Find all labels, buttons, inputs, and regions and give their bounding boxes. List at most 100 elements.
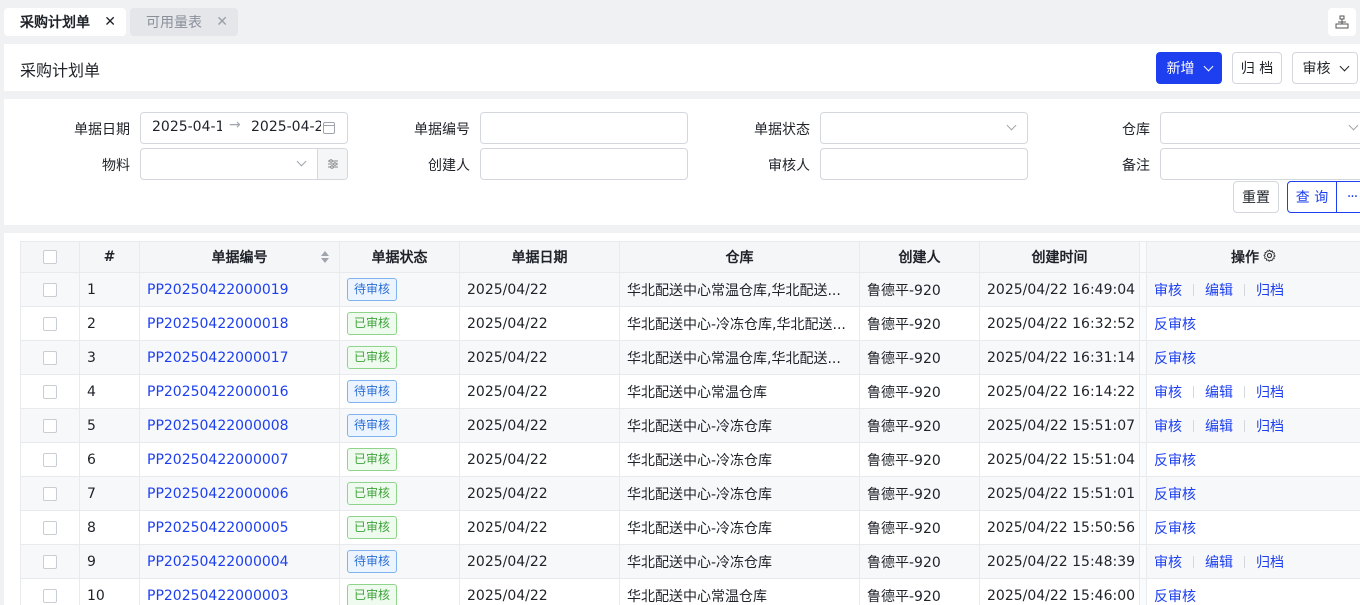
row-action-link[interactable]: 编辑 [1205, 552, 1233, 572]
table-row[interactable]: 5 PP20250422000008 待审核 2025/04/22 华北配送中心-冷冻仓… [20, 409, 1360, 443]
doc-no-link[interactable]: PP20250422000016 [147, 384, 289, 400]
doc-no-link[interactable]: PP20250422000008 [147, 418, 289, 434]
row-index: 1 [80, 273, 140, 306]
doc-no-link[interactable]: PP20250422000007 [147, 452, 289, 468]
created-time-cell: 2025/04/22 16:49:04 [980, 273, 1140, 306]
row-action-link[interactable]: 归档 [1256, 416, 1284, 436]
gear-icon[interactable] [1263, 248, 1276, 266]
archive-button[interactable]: 归 档 [1232, 52, 1282, 84]
row-action-link[interactable]: 归档 [1256, 552, 1284, 572]
creator-cell: 鲁德平-920 [860, 545, 980, 578]
header-doc-no[interactable]: 单据编号 [140, 242, 340, 272]
row-action-link[interactable]: 反审核 [1154, 518, 1196, 538]
close-icon[interactable]: ✕ [104, 14, 116, 30]
table-row[interactable]: 4 PP20250422000016 待审核 2025/04/22 华北配送中心常温仓库… [20, 375, 1360, 409]
org-tree-icon[interactable] [1328, 8, 1356, 36]
actions-cell: 审核 编辑 归档 [1146, 273, 1360, 306]
date-start: 2025-04-1 [152, 119, 222, 135]
op-separator [1244, 385, 1245, 398]
row-checkbox[interactable] [43, 554, 57, 569]
creator-input[interactable] [480, 148, 688, 180]
row-action-link[interactable]: 审核 [1154, 552, 1182, 572]
row-action-link[interactable]: 归档 [1256, 382, 1284, 402]
doc-no-link[interactable]: PP20250422000004 [147, 554, 289, 570]
row-action-link[interactable]: 反审核 [1154, 314, 1196, 334]
reviewer-input[interactable] [820, 148, 1028, 180]
table-row[interactable]: 3 PP20250422000017 已审核 2025/04/22 华北配送中心常温仓库… [20, 341, 1360, 375]
doc-no-link[interactable]: PP20250422000003 [147, 588, 289, 604]
status-badge: 待审核 [347, 414, 398, 437]
status-badge: 待审核 [347, 550, 398, 573]
doc-no-input[interactable] [480, 112, 688, 144]
row-action-link[interactable]: 反审核 [1154, 348, 1196, 368]
row-checkbox[interactable] [43, 316, 57, 331]
row-checkbox[interactable] [43, 350, 57, 365]
row-action-link[interactable]: 反审核 [1154, 484, 1196, 504]
reviewer-label: 审核人 [768, 158, 810, 174]
row-checkbox[interactable] [43, 486, 57, 501]
doc-no-link[interactable]: PP20250422000018 [147, 316, 289, 332]
row-checkbox-cell [20, 375, 80, 408]
row-checkbox[interactable] [43, 384, 57, 399]
row-checkbox[interactable] [43, 282, 57, 297]
date-label: 单据日期 [74, 122, 130, 138]
row-index: 3 [80, 341, 140, 374]
filter-settings-icon[interactable] [317, 149, 347, 179]
audit-button[interactable]: 审核 [1292, 52, 1358, 84]
row-checkbox[interactable] [43, 520, 57, 535]
warehouse-select[interactable] [1160, 112, 1360, 144]
row-action-link[interactable]: 审核 [1154, 382, 1182, 402]
row-action-link[interactable]: 编辑 [1205, 382, 1233, 402]
tab-purchase-plan[interactable]: 采购计划单 ✕ [4, 8, 126, 36]
row-actions: 反审核 [1154, 348, 1196, 368]
warehouse-cell: 华北配送中心常温仓库,华北配送... [620, 273, 860, 306]
row-action-link[interactable]: 反审核 [1154, 586, 1196, 605]
row-checkbox[interactable] [43, 418, 57, 433]
table-row[interactable]: 1 PP20250422000019 待审核 2025/04/22 华北配送中心常温仓库… [20, 273, 1360, 307]
doc-no-link[interactable]: PP20250422000005 [147, 520, 289, 536]
row-checkbox-cell [20, 477, 80, 510]
doc-no-link[interactable]: PP20250422000006 [147, 486, 289, 502]
creator-cell: 鲁德平-920 [860, 409, 980, 442]
tab-available-qty[interactable]: 可用量表 ✕ [130, 8, 238, 36]
date-range-picker[interactable]: 2025-04-1 → 2025-04-2 [140, 112, 348, 144]
doc-no-cell: PP20250422000008 [140, 409, 340, 442]
table-row[interactable]: 2 PP20250422000018 已审核 2025/04/22 华北配送中心-冷冻仓… [20, 307, 1360, 341]
table-row[interactable]: 7 PP20250422000006 已审核 2025/04/22 华北配送中心-冷冻仓… [20, 477, 1360, 511]
row-action-link[interactable]: 审核 [1154, 416, 1182, 436]
sort-icon[interactable] [321, 251, 329, 265]
doc-no-link[interactable]: PP20250422000017 [147, 350, 289, 366]
row-action-link[interactable]: 编辑 [1205, 280, 1233, 300]
warehouse-cell: 华北配送中心常温仓库 [620, 579, 860, 605]
table-row[interactable]: 6 PP20250422000007 已审核 2025/04/22 华北配送中心-冷冻仓… [20, 443, 1360, 477]
doc-no-link[interactable]: PP20250422000019 [147, 282, 289, 298]
select-all-checkbox[interactable] [43, 250, 57, 264]
more-icon[interactable]: ··· [1338, 182, 1360, 212]
status-select[interactable] [820, 112, 1028, 144]
actions-cell: 审核 编辑 归档 [1146, 545, 1360, 578]
close-icon[interactable]: ✕ [216, 14, 228, 30]
reset-button[interactable]: 重置 [1233, 181, 1279, 213]
op-separator [1244, 555, 1245, 568]
table-row[interactable]: 8 PP20250422000005 已审核 2025/04/22 华北配送中心-冷冻仓… [20, 511, 1360, 545]
row-checkbox[interactable] [43, 452, 57, 467]
row-action-link[interactable]: 反审核 [1154, 450, 1196, 470]
arrow-right-icon: → [229, 117, 241, 133]
chevron-down-icon [1203, 61, 1213, 71]
material-select[interactable] [140, 148, 348, 180]
actions-cell: 审核 编辑 归档 [1146, 375, 1360, 408]
warehouse-cell: 华北配送中心-冷冻仓库 [620, 443, 860, 476]
row-action-link[interactable]: 审核 [1154, 280, 1182, 300]
creator-cell: 鲁德平-920 [860, 443, 980, 476]
new-button[interactable]: 新增 [1156, 52, 1222, 84]
remark-input[interactable] [1160, 148, 1360, 180]
row-action-link[interactable]: 归档 [1256, 280, 1284, 300]
row-checkbox[interactable] [43, 588, 57, 603]
row-actions: 审核 编辑 归档 [1154, 382, 1284, 402]
query-button[interactable]: 查 询 [1288, 182, 1337, 212]
table-row[interactable]: 9 PP20250422000004 待审核 2025/04/22 华北配送中心-冷冻仓… [20, 545, 1360, 579]
table-row[interactable]: 10 PP20250422000003 已审核 2025/04/22 华北配送中心常温仓… [20, 579, 1360, 605]
row-action-link[interactable]: 编辑 [1205, 416, 1233, 436]
creator-cell: 鲁德平-920 [860, 511, 980, 544]
row-index: 10 [80, 579, 140, 605]
